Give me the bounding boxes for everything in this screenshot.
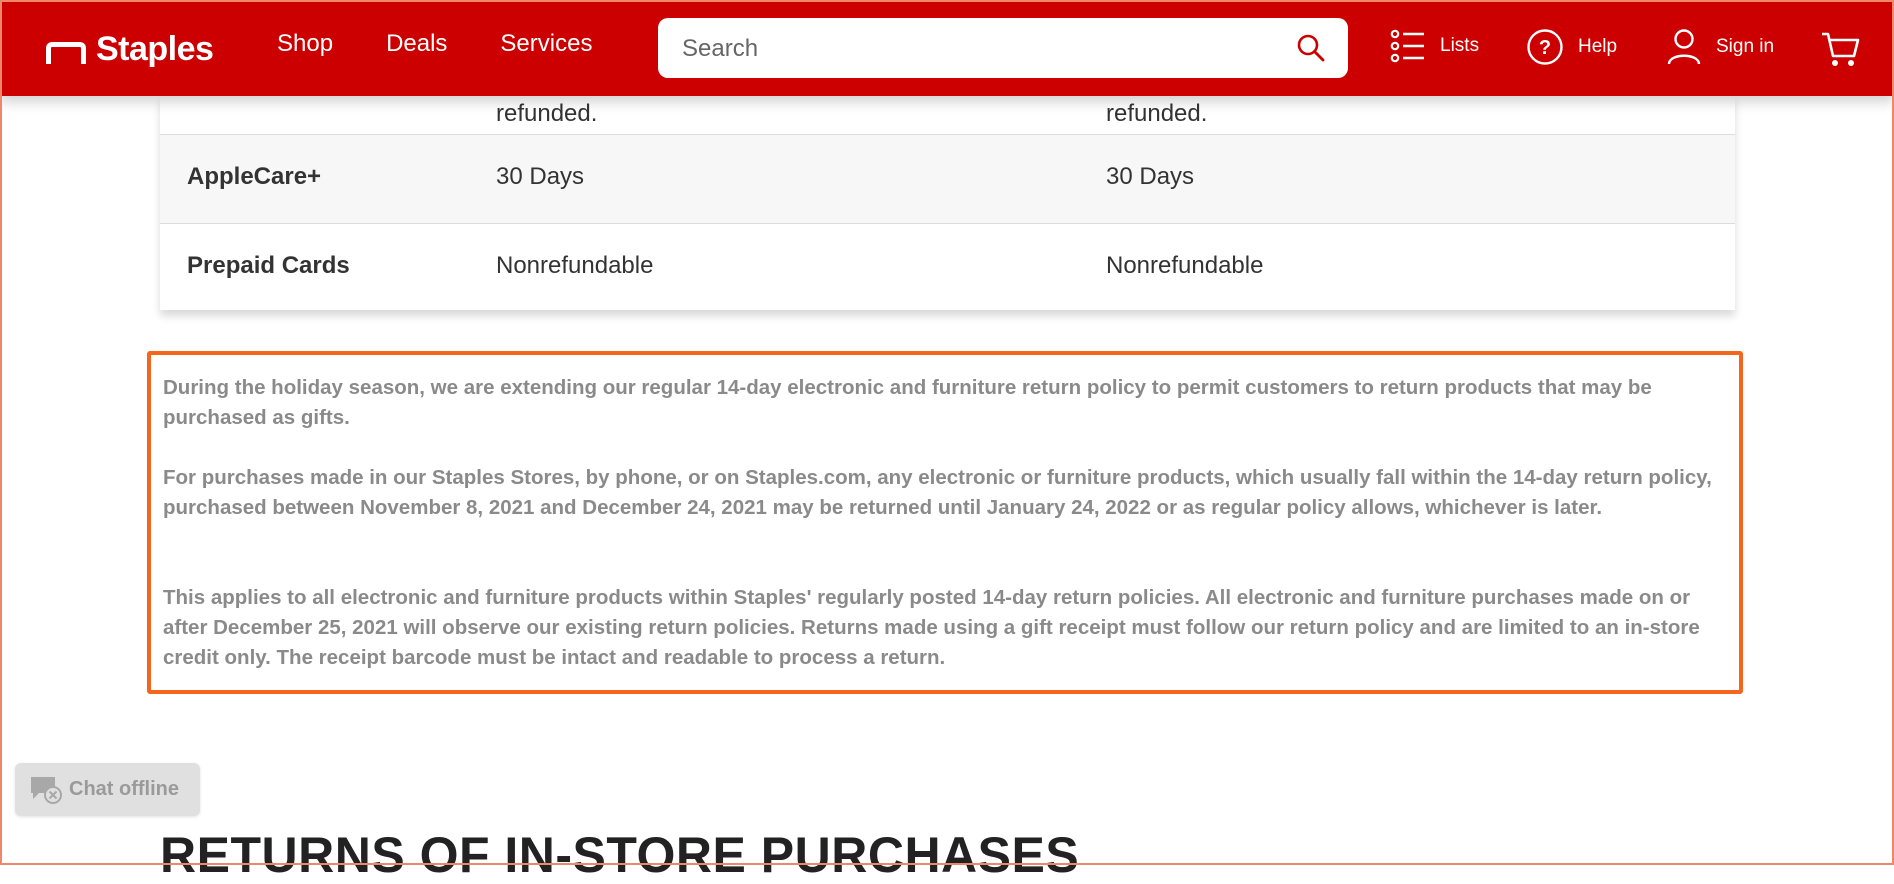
notice-paragraph-3: This applies to all electronic and furni…: [163, 586, 1700, 669]
search-input[interactable]: [658, 18, 1284, 80]
nav-deals[interactable]: Deals: [386, 30, 447, 58]
chat-offline-label: Chat offline: [69, 778, 179, 800]
nav-shop[interactable]: Shop: [277, 30, 333, 58]
table-row-header: Prepaid Cards: [187, 252, 350, 279]
search-icon[interactable]: [1296, 33, 1326, 63]
staples-logo[interactable]: Staples: [46, 30, 214, 69]
cart-icon[interactable]: [1820, 30, 1860, 68]
section-heading: RETURNS OF IN-STORE PURCHASES: [160, 827, 1080, 883]
table-row: AppleCare+ 30 Days 30 Days: [160, 134, 1735, 223]
lists-link[interactable]: Lists: [1390, 28, 1479, 64]
table-row: Prepaid Cards Nonrefundable Nonrefundabl…: [160, 223, 1735, 312]
table-cell: 30 Days: [1106, 163, 1195, 190]
table-cell: 30 Days: [496, 163, 585, 190]
return-policy-table: refunded. refunded. AppleCare+ 30 Days 3…: [160, 96, 1735, 310]
user-icon: [1667, 29, 1701, 65]
table-cell: refunded.: [496, 100, 598, 127]
notice-paragraph-2: For purchases made in our Staples Stores…: [163, 466, 1712, 519]
staples-logo-mark: [46, 41, 86, 64]
holiday-return-notice: During the holiday season, we are extend…: [147, 351, 1743, 694]
signin-link[interactable]: Sign in: [1666, 28, 1774, 66]
search-box: [658, 18, 1348, 80]
help-icon: ?: [1527, 29, 1563, 65]
lists-label: Lists: [1440, 35, 1480, 56]
logo-text: Staples: [96, 30, 214, 68]
table-row-header: AppleCare+: [187, 163, 322, 190]
help-link[interactable]: ? Help: [1526, 28, 1617, 66]
main-nav: Shop Deals Services: [277, 30, 592, 58]
chat-offline-icon: [31, 776, 62, 804]
table-cell: refunded.: [1106, 100, 1208, 127]
notice-paragraph-1: During the holiday season, we are extend…: [163, 376, 1652, 429]
table-cell: Nonrefundable: [1106, 252, 1264, 279]
table-cell: Nonrefundable: [496, 252, 654, 279]
signin-label: Sign in: [1716, 36, 1775, 57]
top-navigation-bar: Staples Shop Deals Services Lists ? Help: [0, 0, 1894, 96]
list-icon: [1390, 29, 1424, 63]
help-label: Help: [1578, 36, 1618, 57]
svg-text:?: ?: [1539, 37, 1551, 59]
nav-services[interactable]: Services: [500, 30, 592, 58]
chat-offline-button[interactable]: Chat offline: [15, 763, 200, 816]
